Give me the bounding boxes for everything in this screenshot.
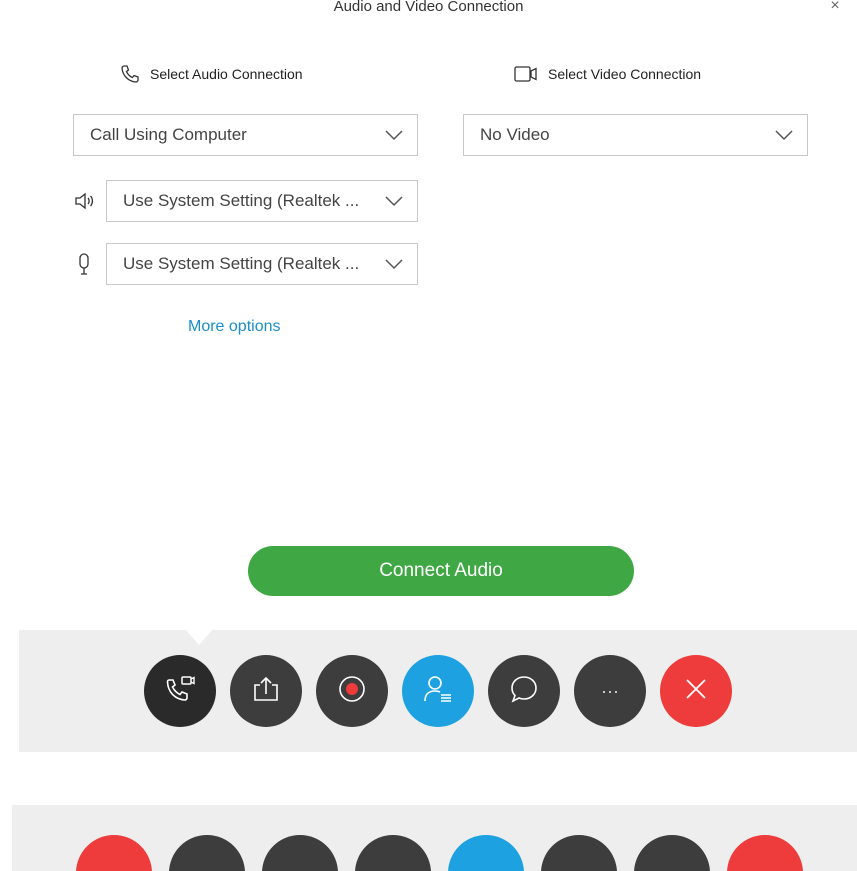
video-camera-icon [514,65,538,83]
participants-button[interactable] [402,655,474,727]
microphone-select[interactable]: Use System Setting (Realtek ... [106,243,418,285]
chat-icon [509,674,539,709]
close-button[interactable]: × [825,0,845,16]
microphone-icon [72,252,96,276]
phone-video-icon [163,674,197,709]
meeting-window: Audio and Video Connection × Select Audi… [0,0,857,871]
share-button[interactable] [230,655,302,727]
connect-audio-button[interactable]: Connect Audio [248,546,634,596]
chevron-down-icon [385,129,403,141]
record-button[interactable] [316,655,388,727]
more-options-link[interactable]: More options [188,318,281,336]
record-icon [338,675,366,708]
record-button[interactable] [355,835,431,871]
more-icon: ··· [601,680,619,701]
video-connection-value: No Video [480,125,550,144]
phone-icon [120,64,140,84]
mute-button[interactable] [76,835,152,871]
end-meeting-button[interactable] [660,655,732,727]
audio-video-connection-button[interactable] [144,655,216,727]
chevron-down-icon [775,129,793,141]
more-button[interactable] [634,835,710,871]
video-heading-label: Select Video Connection [548,66,702,82]
audio-connection-value: Call Using Computer [90,125,247,144]
toolbar-caret [185,629,213,645]
audio-connection-select[interactable]: Call Using Computer [73,114,418,156]
chat-button[interactable] [541,835,617,871]
share-icon [251,675,281,708]
speaker-value: Use System Setting (Realtek ... [123,191,360,210]
chevron-down-icon [385,195,403,207]
speaker-icon [72,189,96,213]
microphone-value: Use System Setting (Realtek ... [123,254,360,273]
video-button[interactable] [169,835,245,871]
participants-icon [423,674,453,709]
video-connection-heading: Select Video Connection [514,62,701,86]
meeting-toolbar: ··· [19,629,857,752]
dialog-title: Audio and Video Connection [333,0,524,15]
close-icon [683,676,709,707]
speaker-select[interactable]: Use System Setting (Realtek ... [106,180,418,222]
video-connection-select[interactable]: No Video [463,114,808,156]
audio-video-dialog: Audio and Video Connection × Select Audi… [0,0,857,630]
meeting-toolbar-secondary [12,805,857,871]
more-button[interactable]: ··· [574,655,646,727]
audio-heading-label: Select Audio Connection [150,66,303,82]
participants-button[interactable] [448,835,524,871]
end-meeting-button[interactable] [727,835,803,871]
audio-connection-heading: Select Audio Connection [120,62,303,86]
chat-button[interactable] [488,655,560,727]
chevron-down-icon [385,258,403,270]
share-button[interactable] [262,835,338,871]
